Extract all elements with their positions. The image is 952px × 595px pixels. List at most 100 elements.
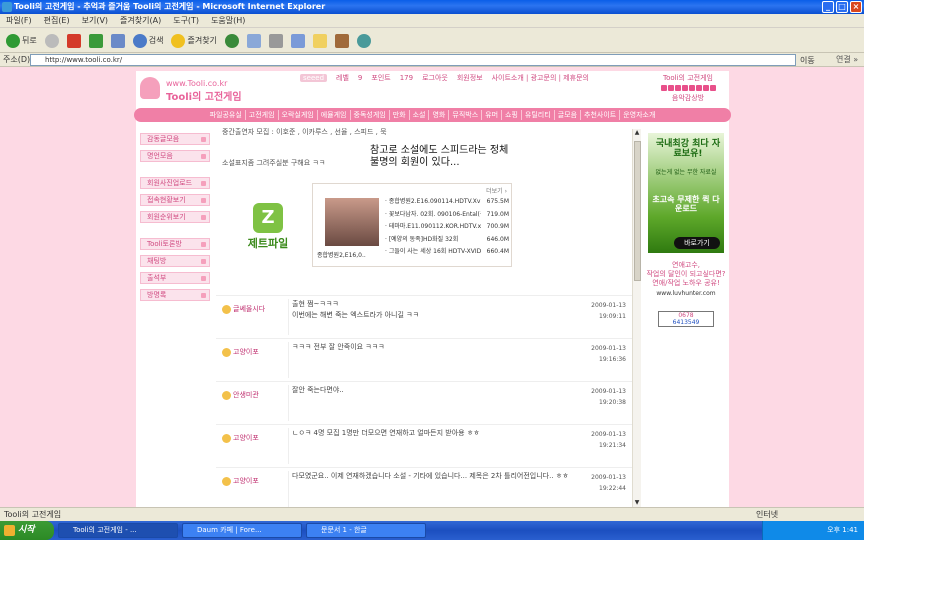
edit-button[interactable] [289,33,307,48]
header-dots [650,85,726,91]
logout-link[interactable]: 로그아웃 [422,73,448,83]
nav-item[interactable]: 고전게임 [246,110,279,120]
clock[interactable]: 오후 1:41 [827,526,858,534]
sidebar-item[interactable]: Tooli토론방 [140,238,210,250]
taskbar-item[interactable]: Daum 카페 | Fore... [182,523,302,538]
history-button[interactable] [223,33,241,48]
scroll-thumb[interactable] [634,141,641,281]
messenger-icon [356,33,371,48]
mail-button[interactable] [245,33,263,48]
taskbar-item[interactable]: Tooli의 고전게임 - ... [58,523,178,538]
file-item[interactable]: · 테마마.E11.090112.KOR.HDTV.x264-ZephyrR70… [385,221,509,234]
sidebar-item[interactable]: 출석부 [140,272,210,284]
close-button[interactable]: × [850,1,862,13]
file-caption: 종합병원2,E16,0.. [317,252,366,259]
ad-domain[interactable]: www.luvhunter.com [646,290,726,297]
nav-item[interactable]: 쇼핑 [502,110,522,120]
file-item[interactable]: · [예양의 동족]HD화질 32회 646.0M [385,234,509,247]
level-value: 9 [357,74,363,82]
print-icon [268,33,283,48]
file-thumbnail[interactable] [325,198,379,246]
taskbar-item[interactable]: 문문서 1 - 한글 [306,523,426,538]
menu-favorites[interactable]: 즐겨찾기(A) [120,14,161,27]
search-button[interactable]: 검색 [131,33,166,48]
forward-button[interactable] [43,33,61,48]
ad-go-button[interactable]: 바로가기 [674,237,720,249]
member-info-link[interactable]: 회원정보 [457,73,483,83]
toolbar: 뒤로 검색 즐겨찾기 [0,29,864,53]
scroll-up-icon[interactable]: ▲ [633,129,641,137]
nav-item[interactable]: 영화 [429,110,450,120]
sidebar-item[interactable]: 회원사진업로드 [140,177,210,189]
site-info-links[interactable]: 사이트소개 | 광고문의 | 제휴문의 [492,73,589,83]
menu-view[interactable]: 보기(V) [82,14,108,27]
sidebar-item[interactable]: 명언모음 [140,150,210,162]
ad-banner[interactable]: 국내최강 최다 자료보유! 없는게 없는 무한 자료실 초고속 무제한 퀵 다운… [648,133,724,253]
folder-button[interactable] [311,33,329,48]
start-button[interactable]: 시작 [0,521,54,540]
back-button[interactable]: 뒤로 [4,33,39,48]
file-item[interactable]: · 꽃보다남자. 02회. 090106-Ental(구혜선.이...719.0… [385,209,509,222]
address-input[interactable]: http://www.tooli.co.kr/ [30,54,796,66]
file-item[interactable]: · 종합병원2.E16.090114.HDTV.XviD-Ental.675.5… [385,196,509,209]
site-logo-url: www.Tooli.co.kr [166,79,228,88]
comment-user[interactable]: 고양이포 [222,476,259,486]
nav-item[interactable]: 운영자소개 [620,110,658,120]
links-button[interactable]: 연결 » [836,53,858,67]
ad-text[interactable]: 연애고수, 작업의 달인이 되고싶다면? 연애/작업 노하우 공유! [646,261,726,288]
sidebar-item[interactable]: 회원순위보기 [140,211,210,223]
research-button[interactable] [333,33,351,48]
messenger-button[interactable] [355,33,373,48]
overlay-text: 참고로 소설에도 스피드라는 정체불명의 회원이 있다... [370,145,509,168]
home-button[interactable] [109,33,127,48]
sidebar-item[interactable]: 채팅방 [140,255,210,267]
history-icon [224,33,239,48]
file-more-link[interactable]: 더보기 › [486,186,507,195]
comment-text: ㅋㅋㅋ 전부 잘 안죽이요 ㅋㅋㅋ [288,342,588,378]
nav-item[interactable]: 소설 [410,110,430,120]
sidebar-item[interactable]: 감동글모음 [140,133,210,145]
menu-help[interactable]: 도움말(H) [211,14,245,27]
refresh-button[interactable] [87,33,105,48]
maximize-button[interactable]: □ [836,1,848,13]
header-right: Tooli의 고전게임 음악감상방 [650,73,726,103]
user-badge-icon [222,433,231,443]
menu-tools[interactable]: 도구(T) [173,14,199,27]
music-room-link[interactable]: 음악감상방 [650,93,726,103]
header-right-title: Tooli의 고전게임 [663,74,713,82]
nav-item[interactable]: 유틸리티 [522,110,555,120]
menu-file[interactable]: 파일(F) [6,14,32,27]
nav-item[interactable]: 에뮬게임 [318,110,351,120]
menu-edit[interactable]: 편집(E) [44,14,70,27]
file-item[interactable]: · 그들이 사는 세상 16회 HDTV-XVID ENTAL660.4M [385,246,509,259]
comment-user[interactable]: 글쎄올시다 [222,304,265,314]
nav-item[interactable]: 파일공유실 [207,110,246,120]
nav-item[interactable]: 만화 [390,110,410,120]
nav-item[interactable]: 글모음 [555,110,582,120]
nav-item[interactable]: 유머 [482,110,503,120]
nav-item[interactable]: 뮤직박스 [449,110,483,120]
site-logo[interactable]: Tooli의 고전게임 [166,88,242,103]
scroll-down-icon[interactable]: ▼ [633,499,641,507]
nav-item[interactable]: 추천사이트 [581,110,621,120]
comment-text: 잘안 죽는다면야.. [288,385,588,421]
favorites-button[interactable]: 즐겨찾기 [169,33,218,48]
zfile-banner[interactable]: Z 제트파일 [238,203,298,251]
go-button[interactable]: 이동 [800,54,815,68]
comment-user[interactable]: 안생미관 [222,390,259,400]
user-name[interactable]: seeed [300,74,328,82]
right-ad: 국내최강 최다 자료보유! 없는게 없는 무한 자료실 초고속 무제한 퀵 다운… [646,133,726,327]
post-topline: 중간출연자 모집 : 이호준 , 이카루스 , 선율 , 스피드 , 묵 [222,128,387,136]
minimize-button[interactable]: _ [822,1,834,13]
sidebar-item[interactable]: 방명록 [140,289,210,301]
comment-user[interactable]: 고양이포 [222,433,259,443]
nav-item[interactable]: 중독성게임 [351,110,390,120]
main-nav: 파일공유실 고전게임 오락실게임 에뮬게임 중독성게임 만화 소설 영화 뮤직박… [134,108,731,122]
stop-button[interactable] [65,33,83,48]
print-button[interactable] [267,33,285,48]
sidebar-item[interactable]: 접속현황보기 [140,194,210,206]
comment-user[interactable]: 고양이포 [222,347,259,357]
content-scrollbar[interactable]: ▲ ▼ [632,129,641,507]
nav-item[interactable]: 오락실게임 [279,110,318,120]
comment-row: 고양이포 ㄴㅇㅋ 4명 모집 1명만 더모으면 연재하고 얼마든지 받아용 ㅎㅎ… [216,424,632,467]
